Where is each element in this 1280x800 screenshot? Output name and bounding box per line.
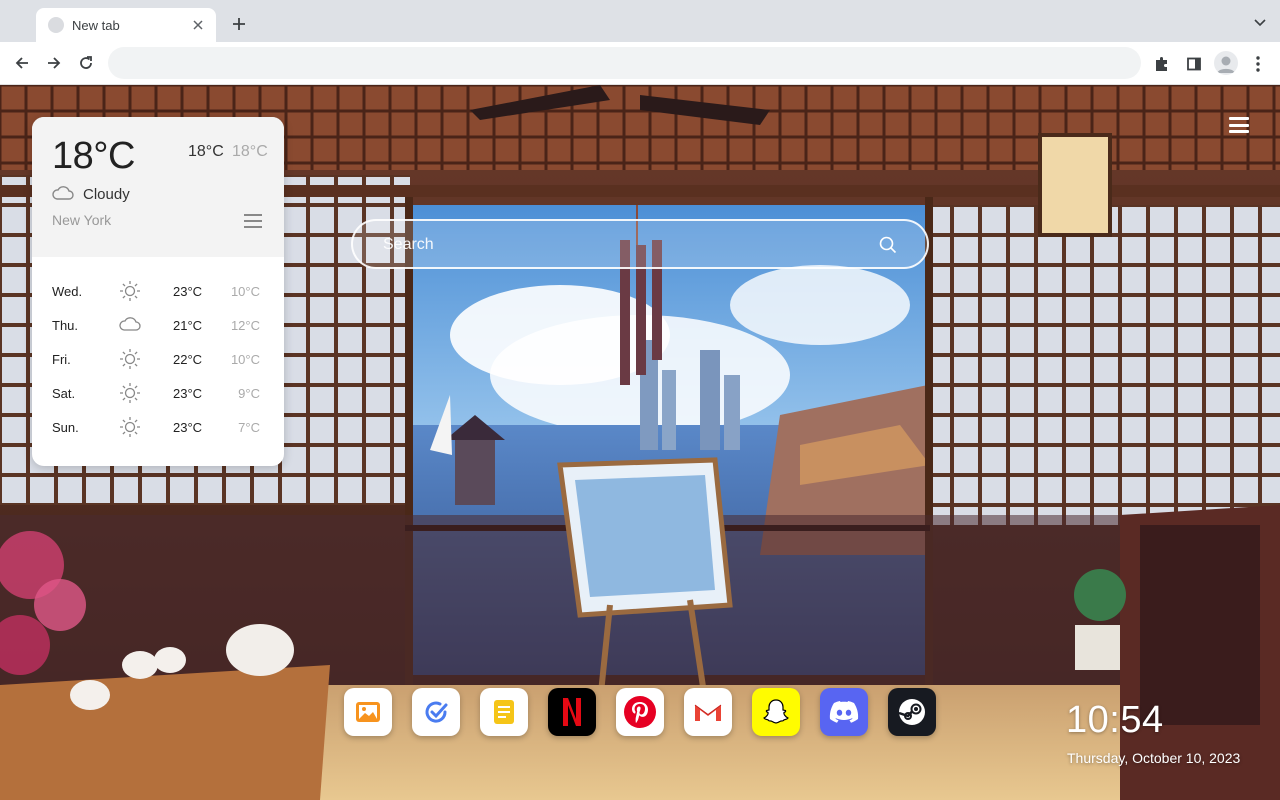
favicon-icon: [48, 17, 64, 33]
weather-city: New York: [52, 212, 112, 228]
tab-search-chevron-icon[interactable]: [1252, 15, 1268, 31]
sun-icon: [120, 417, 140, 437]
forecast-row: Sat. 23°C 9°C: [32, 376, 284, 410]
tab-title: New tab: [72, 17, 120, 33]
netflix-icon: [563, 698, 581, 726]
forecast-day: Fri.: [52, 352, 71, 367]
photos-icon: [356, 702, 380, 722]
page-menu-icon[interactable]: [1229, 117, 1249, 133]
tasks-icon: [425, 701, 448, 723]
tab-strip: New tab: [0, 0, 1280, 42]
forecast-row: Sun. 23°C 7°C: [32, 410, 284, 444]
reload-icon: [80, 56, 92, 69]
sun-icon: [120, 349, 140, 369]
new-tab-page: 18°C 18°C 18°C Cloudy New York Wed. 23°C…: [0, 85, 1280, 800]
kebab-menu-icon: [1256, 56, 1260, 72]
notes-icon: [494, 700, 514, 724]
steam-icon: [898, 699, 925, 725]
forecast-high: 22°C: [173, 352, 203, 367]
forecast-low: 10°C: [230, 284, 260, 299]
forecast-day: Sat.: [52, 386, 76, 401]
notes-shortcut[interactable]: [480, 688, 528, 736]
cloud-icon: [119, 317, 141, 331]
forward-button[interactable]: [44, 53, 64, 73]
search-input[interactable]: [383, 233, 863, 257]
discord-shortcut[interactable]: [820, 688, 868, 736]
gmail-shortcut[interactable]: [684, 688, 732, 736]
clock-time: 10:54: [1066, 699, 1164, 741]
forecast-low: 7°C: [238, 420, 260, 435]
snapchat-shortcut[interactable]: [752, 688, 800, 736]
tab-close-icon[interactable]: [190, 17, 206, 33]
forward-arrow-icon: [48, 57, 61, 69]
address-bar[interactable]: [108, 47, 1141, 79]
side-panel-button[interactable]: [1183, 53, 1205, 75]
browser-menu-button[interactable]: [1247, 53, 1269, 75]
forecast-day: Sun.: [52, 420, 79, 435]
profile-avatar[interactable]: [1214, 51, 1238, 75]
weather-menu-icon[interactable]: [244, 214, 262, 228]
tasks-shortcut[interactable]: [412, 688, 460, 736]
forecast-high: 23°C: [173, 386, 203, 401]
forecast-high: 23°C: [173, 420, 203, 435]
pinterest-shortcut[interactable]: [616, 688, 664, 736]
steam-shortcut[interactable]: [888, 688, 936, 736]
netflix-shortcut[interactable]: [548, 688, 596, 736]
current-temperature: 18°C: [52, 135, 135, 177]
search-box: [351, 219, 929, 269]
forecast-row: Thu. 21°C 12°C: [32, 308, 284, 342]
sun-icon: [120, 281, 140, 301]
weather-widget[interactable]: 18°C 18°C 18°C Cloudy New York Wed. 23°C…: [32, 117, 284, 466]
forecast-high: 21°C: [173, 318, 203, 333]
forecast-row: Fri. 22°C 10°C: [32, 342, 284, 376]
clock-date: Thursday, October 10, 2023: [1067, 750, 1241, 766]
sun-icon: [120, 383, 140, 403]
app-dock: [344, 688, 936, 736]
weather-condition: Cloudy: [83, 186, 130, 203]
weather-current: 18°C 18°C 18°C Cloudy New York: [32, 117, 284, 257]
reload-button[interactable]: [76, 53, 96, 73]
forecast-low: 9°C: [238, 386, 260, 401]
forecast-low: 12°C: [230, 318, 260, 333]
weather-forecast: Wed. 23°C 10°C Thu. 21°C 12°C Fri. 22°C …: [32, 257, 284, 444]
forecast-row: Wed. 23°C 10°C: [32, 274, 284, 308]
person-icon: [1217, 56, 1235, 73]
photos-shortcut[interactable]: [344, 688, 392, 736]
back-arrow-icon: [15, 57, 28, 69]
side-panel-icon: [1187, 57, 1201, 71]
browser-toolbar: [0, 42, 1280, 85]
gmail-icon: [694, 704, 722, 721]
search-icon[interactable]: [879, 236, 897, 254]
discord-icon: [829, 701, 859, 723]
snapchat-icon: [763, 699, 789, 724]
back-button[interactable]: [12, 53, 32, 73]
cloud-icon: [52, 186, 74, 200]
today-low: 18°C: [232, 143, 268, 160]
forecast-day: Thu.: [52, 318, 79, 333]
forecast-low: 10°C: [230, 352, 260, 367]
pinterest-icon: [624, 696, 656, 728]
today-high: 18°C: [188, 143, 224, 160]
forecast-high: 23°C: [173, 284, 203, 299]
extensions-button[interactable]: [1151, 53, 1173, 75]
new-tab-button[interactable]: [228, 13, 250, 35]
puzzle-icon: [1156, 57, 1167, 71]
tab-new-tab[interactable]: New tab: [36, 8, 216, 42]
forecast-day: Wed.: [52, 284, 83, 299]
